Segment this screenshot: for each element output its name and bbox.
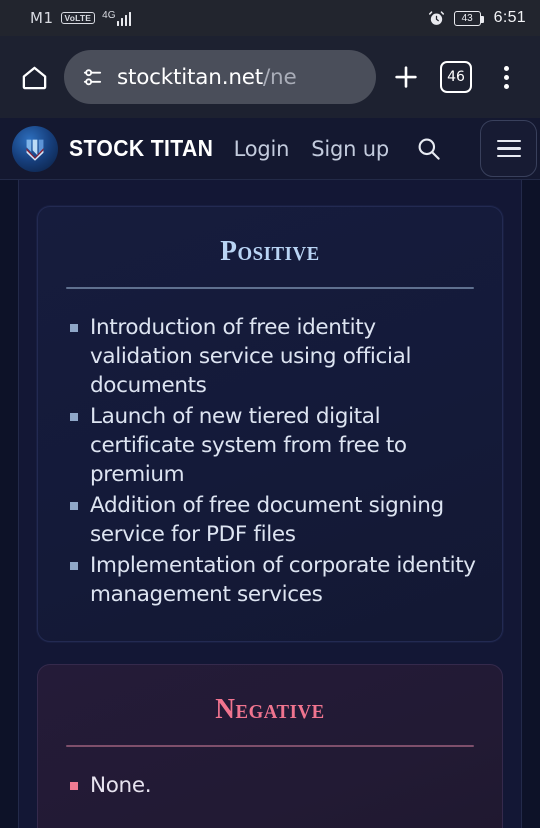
search-icon[interactable] — [411, 132, 445, 166]
status-bar-left: M1 VoLTE 4G — [30, 9, 132, 27]
volte-badge: VoLTE — [60, 11, 96, 25]
browser-toolbar: stocktitan.net/ne 46 — [0, 36, 540, 118]
home-icon[interactable] — [14, 57, 54, 97]
alarm-clock-icon — [428, 10, 445, 27]
positive-bullet-list: Introduction of free identity validation… — [64, 313, 476, 609]
login-link[interactable]: Login — [234, 137, 290, 161]
url-bar[interactable]: stocktitan.net/ne — [64, 50, 376, 104]
positive-card: Positive Introduction of free identity v… — [37, 206, 503, 642]
url-path: /ne — [263, 64, 297, 90]
list-item: Introduction of free identity validation… — [64, 313, 476, 400]
sentiment-cards: Positive Introduction of free identity v… — [19, 180, 521, 828]
url-domain: stocktitan.net — [117, 64, 264, 90]
negative-card-divider — [66, 745, 474, 747]
list-item: Launch of new tiered digital certificate… — [64, 402, 476, 489]
negative-bullet-list: None. — [64, 771, 476, 800]
negative-card-title: Negative — [215, 693, 325, 725]
content-panel: Positive Introduction of free identity v… — [18, 180, 522, 828]
status-bar: M1 VoLTE 4G 43 6:51 — [0, 0, 540, 36]
carrier-label: M1 — [30, 9, 54, 27]
positive-card-divider — [66, 287, 474, 289]
tune-icon[interactable] — [81, 66, 104, 89]
network-type-label: 4G — [102, 9, 116, 21]
signal-strength-icon — [116, 11, 132, 26]
header-nav: Login Sign up — [234, 120, 537, 177]
negative-card: Negative None. — [37, 664, 503, 828]
list-item: None. — [64, 771, 476, 800]
site-header: STOCK TITAN Login Sign up — [0, 118, 540, 180]
logo-glyph — [26, 139, 44, 161]
status-bar-right: 43 6:51 — [428, 9, 526, 27]
three-dot-menu-icon[interactable] — [486, 57, 526, 97]
stock-titan-logo[interactable] — [12, 125, 58, 172]
page-content: Positive Introduction of free identity v… — [0, 180, 540, 828]
url-text[interactable]: stocktitan.net/ne — [117, 65, 297, 90]
tab-count-label: 46 — [440, 61, 472, 93]
list-item: Addition of free document signing servic… — [64, 491, 476, 549]
clock-label: 6:51 — [493, 9, 526, 26]
positive-card-title: Positive — [220, 235, 320, 267]
signup-link[interactable]: Sign up — [311, 137, 389, 161]
brand-name[interactable]: STOCK TITAN — [69, 135, 213, 162]
plus-icon[interactable] — [386, 57, 426, 97]
list-item: Implementation of corporate identity man… — [64, 551, 476, 609]
battery-indicator: 43 — [453, 10, 484, 26]
tab-counter-button[interactable]: 46 — [436, 57, 476, 97]
network-indicator: 4G — [102, 9, 132, 26]
hamburger-menu-icon[interactable] — [480, 120, 537, 177]
